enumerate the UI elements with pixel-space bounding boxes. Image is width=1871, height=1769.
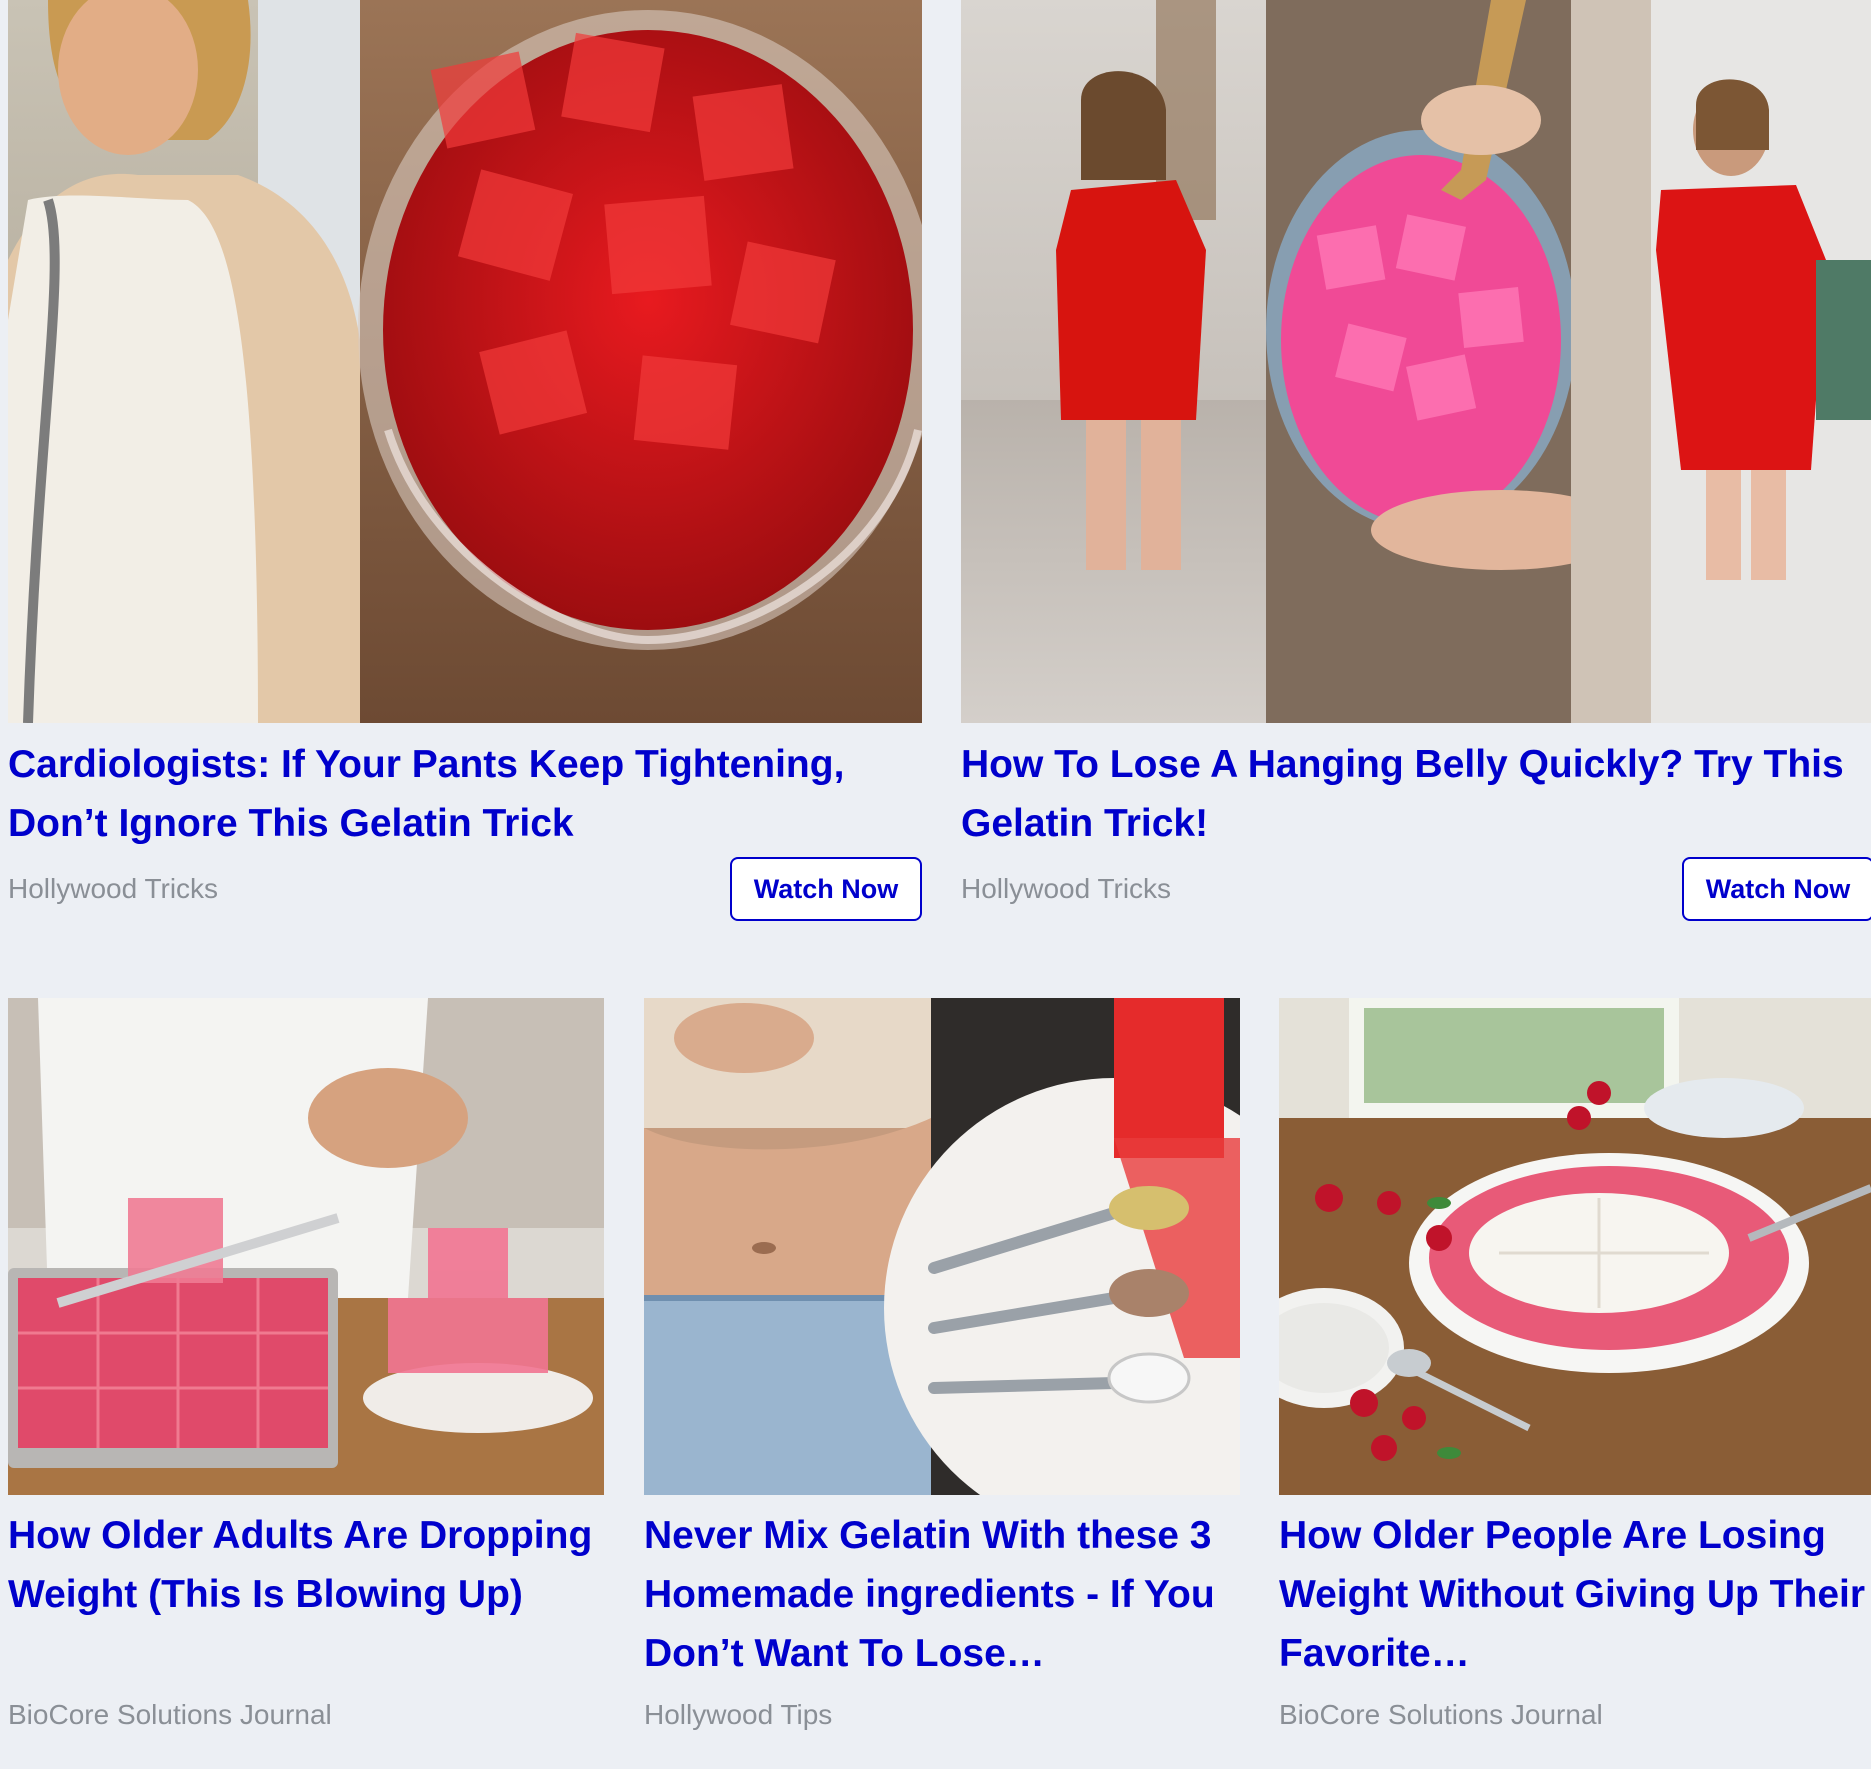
watch-now-button[interactable]: Watch Now — [1682, 857, 1871, 921]
ad-thumbnail[interactable] — [644, 998, 1240, 1495]
ad-thumbnail[interactable] — [8, 998, 604, 1495]
ad-headline[interactable]: How Older People Are Losing Weight Witho… — [1279, 1506, 1871, 1683]
ad-thumbnail[interactable] — [961, 0, 1871, 723]
watch-now-button[interactable]: Watch Now — [730, 857, 922, 921]
ad-thumbnail[interactable] — [1279, 998, 1871, 1495]
ad-thumbnail-graphic — [8, 0, 922, 723]
ad-thumbnail-graphic — [8, 998, 604, 1495]
ad-card[interactable]: Never Mix Gelatin With these 3 Homemade … — [644, 998, 1240, 1758]
ad-source: BioCore Solutions Journal — [8, 1699, 332, 1730]
ad-thumbnail-graphic — [644, 998, 1240, 1495]
ad-thumbnail[interactable] — [8, 0, 922, 723]
ad-thumbnail-graphic — [1279, 998, 1871, 1495]
ad-headline[interactable]: Never Mix Gelatin With these 3 Homemade … — [644, 1506, 1244, 1683]
ad-thumbnail-graphic — [961, 0, 1871, 723]
ad-card[interactable]: Cardiologists: If Your Pants Keep Tighte… — [8, 0, 922, 930]
ad-source: Hollywood Tips — [644, 1699, 833, 1730]
ad-source: Hollywood Tricks — [961, 873, 1172, 904]
ad-source: BioCore Solutions Journal — [1279, 1699, 1603, 1730]
ad-source: Hollywood Tricks — [8, 873, 219, 904]
ad-headline[interactable]: Cardiologists: If Your Pants Keep Tighte… — [8, 735, 922, 853]
ad-card[interactable]: How Older People Are Losing Weight Witho… — [1279, 998, 1871, 1758]
ad-card[interactable]: How To Lose A Hanging Belly Quickly? Try… — [961, 0, 1871, 930]
ad-card[interactable]: How Older Adults Are Dropping Weight (Th… — [8, 998, 604, 1758]
ad-headline[interactable]: How To Lose A Hanging Belly Quickly? Try… — [961, 735, 1866, 853]
ad-headline[interactable]: How Older Adults Are Dropping Weight (Th… — [8, 1506, 604, 1624]
